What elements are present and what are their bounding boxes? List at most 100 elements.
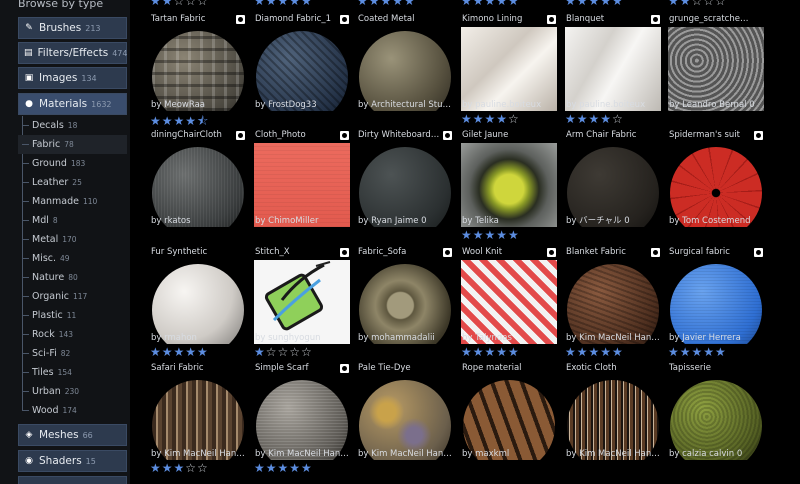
category-label: Images <box>39 72 78 84</box>
browse-title: Browse by type <box>18 0 104 10</box>
material-tile[interactable]: Exotic Cloth by Kim MacNeil Han… <box>565 363 661 460</box>
material-author[interactable]: by Kim MacNeil Han… <box>151 449 246 459</box>
material-author[interactable]: by mohammadalii <box>358 333 453 343</box>
material-author[interactable]: by ChimoMiller <box>255 216 350 226</box>
subcategory-plastic[interactable]: Plastic 11 <box>18 306 127 325</box>
material-sphere <box>256 31 348 111</box>
material-tile[interactable]: Spiderman's suit by Tom Costemend <box>668 130 764 227</box>
material-preview <box>565 260 661 344</box>
rating-stars[interactable]: ★★★★★ <box>461 345 520 359</box>
category-materials[interactable]: ● Materials 1632 <box>18 93 127 115</box>
material-preview <box>357 260 453 344</box>
subcategory-fabric[interactable]: Fabric 78 <box>18 135 127 154</box>
rating-stars[interactable]: ★★★★★ <box>668 345 727 359</box>
sbsar-badge-icon <box>754 248 763 257</box>
category-next[interactable] <box>18 476 127 484</box>
rating-stars[interactable]: ★★★★★ <box>254 461 313 475</box>
subcategory-count: 143 <box>58 330 74 339</box>
subcategory-manmade[interactable]: Manmade 110 <box>18 192 127 211</box>
subcategory-organic[interactable]: Organic 117 <box>18 287 127 306</box>
material-tile[interactable]: Rope material by maxkml <box>461 363 557 460</box>
subcategory-urban[interactable]: Urban 230 <box>18 382 127 401</box>
subcategory-decals[interactable]: Decals 18 <box>18 116 127 135</box>
material-tile[interactable]: Safari Fabric by Kim MacNeil Han… <box>150 363 246 460</box>
material-author[interactable]: by pauline.boiteux <box>462 100 557 110</box>
subcategory-mdl[interactable]: Mdl 8 <box>18 211 127 230</box>
material-preview <box>254 376 350 460</box>
material-tile[interactable]: Simple Scarf by Kim MacNeil Han… <box>254 363 350 460</box>
subcategory-leather[interactable]: Leather 25 <box>18 173 127 192</box>
material-title: Wool Knit <box>462 247 503 257</box>
rating-stars[interactable]: ★★★★★ <box>461 228 520 242</box>
material-tile[interactable]: diningChairCloth by rkatos <box>150 130 246 227</box>
material-author[interactable]: by Kim MacNeil Han… <box>358 449 453 459</box>
material-tile[interactable]: Tartan Fabric by MeowRaa <box>150 14 246 111</box>
material-author[interactable]: by Javier Herrera <box>669 333 764 343</box>
material-author[interactable]: by Talyndas <box>462 333 557 343</box>
category-shaders[interactable]: ◉ Shaders 15 <box>18 450 127 472</box>
rating-stars[interactable]: ★★★★★ <box>565 345 624 359</box>
material-tile[interactable]: Cloth_Photo by ChimoMiller <box>254 130 350 227</box>
material-tile[interactable]: Pale Tie-Dye by Kim MacNeil Han… <box>357 363 453 460</box>
rating-stars[interactable]: ★★★★★ <box>150 345 209 359</box>
rating-stars[interactable]: ★★★☆☆ <box>150 461 209 475</box>
rating-stars[interactable]: ★★★★☆ <box>565 112 624 126</box>
material-author[interactable]: by pauline.boiteux <box>566 100 661 110</box>
subcategory-ground[interactable]: Ground 183 <box>18 154 127 173</box>
rating-stars[interactable]: ★★★★☆ <box>461 112 520 126</box>
material-tile[interactable]: Wool Knit by Talyndas <box>461 247 557 344</box>
subcategory-label: Mdl <box>32 215 49 226</box>
material-author[interactable]: by rmahon <box>151 333 246 343</box>
material-sphere <box>152 147 244 227</box>
category-brushes[interactable]: ✎ Brushes 213 <box>18 17 127 39</box>
material-tile[interactable]: Dirty Whiteboard… by Ryan Jaime 0 <box>357 130 453 227</box>
material-preview <box>461 376 557 460</box>
subcategory-label: Sci-Fi <box>32 348 57 359</box>
material-tile[interactable]: Gilet Jaune by Telika <box>461 130 557 227</box>
subcategory-wood[interactable]: Wood 174 <box>18 401 127 420</box>
subcategory-metal[interactable]: Metal 170 <box>18 230 127 249</box>
material-author[interactable]: by FrostDog33 <box>255 100 350 110</box>
subcategory-nature[interactable]: Nature 80 <box>18 268 127 287</box>
material-preview <box>150 27 246 111</box>
subcategory-label: Plastic <box>32 310 63 321</box>
material-author[interactable]: by Kim MacNeil Han… <box>255 449 350 459</box>
subcategory-rock[interactable]: Rock 143 <box>18 325 127 344</box>
material-title: Blanquet <box>566 14 605 24</box>
subcategory-sci-fi[interactable]: Sci-Fi 82 <box>18 344 127 363</box>
material-author[interactable]: by MeowRaa <box>151 100 246 110</box>
category-filters-effects[interactable]: ▤ Filters/Effects 474 <box>18 42 128 64</box>
material-tile[interactable]: Tapisserie by calzia calvin 0 <box>668 363 764 460</box>
material-tile[interactable]: Stitch_X by sunghyogun <box>254 247 350 344</box>
material-tile[interactable]: Fur Synthetic by rmahon <box>150 247 246 344</box>
category-meshes[interactable]: ◈ Meshes 66 <box>18 424 127 446</box>
material-tile[interactable]: Fabric_Sofa by mohammadalii <box>357 247 453 344</box>
material-author[interactable]: by Kim MacNeil Han… <box>566 449 661 459</box>
rating-stars[interactable]: ★☆☆☆☆ <box>254 345 313 359</box>
material-tile[interactable]: Arm Chair Fabric by バーチャル 0 <box>565 130 661 227</box>
material-author[interactable]: by Architectural Stu… <box>358 100 453 110</box>
material-author[interactable]: by calzia calvin 0 <box>669 449 764 459</box>
material-author[interactable]: by rkatos <box>151 216 246 226</box>
subcategory-misc[interactable]: Misc. 49 <box>18 249 127 268</box>
material-tile[interactable]: Blanquet by pauline.boiteux <box>565 14 661 111</box>
material-tile[interactable]: Diamond Fabric_1 by FrostDog33 <box>254 14 350 111</box>
material-author[interactable]: by maxkml <box>462 449 557 459</box>
material-author[interactable]: by Kim MacNeil Han… <box>566 333 661 343</box>
material-author[interactable]: by sunghyogun <box>255 333 350 343</box>
rating-stars[interactable]: ★★★★⯪ <box>150 112 209 128</box>
material-author[interactable]: by Leandro Bernal 0 <box>669 100 764 110</box>
material-tile[interactable]: grunge_scratche… by Leandro Bernal 0 <box>668 14 764 111</box>
rating-stars-partial: ★★★★★ <box>254 0 313 8</box>
material-tile[interactable]: Surgical fabric by Javier Herrera <box>668 247 764 344</box>
subcategory-tiles[interactable]: Tiles 154 <box>18 363 127 382</box>
subcategory-label: Leather <box>32 177 69 188</box>
material-author[interactable]: by Tom Costemend <box>669 216 764 226</box>
material-tile[interactable]: Blanket Fabric by Kim MacNeil Han… <box>565 247 661 344</box>
material-author[interactable]: by バーチャル 0 <box>566 214 661 226</box>
material-author[interactable]: by Telika <box>462 216 557 226</box>
material-tile[interactable]: Coated Metal by Architectural Stu… <box>357 14 453 111</box>
material-author[interactable]: by Ryan Jaime 0 <box>358 216 453 226</box>
material-tile[interactable]: Kimono Lining by pauline.boiteux <box>461 14 557 111</box>
category-images[interactable]: ▣ Images 134 <box>18 67 127 89</box>
